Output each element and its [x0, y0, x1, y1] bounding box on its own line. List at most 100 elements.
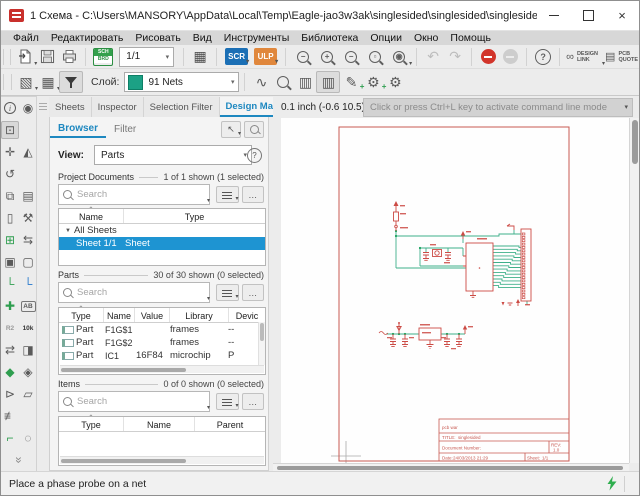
tool-polygon-icon[interactable]: ◆: [2, 364, 18, 380]
tool-delete-icon[interactable]: ▯: [2, 210, 18, 226]
save-button[interactable]: [36, 47, 58, 67]
toolbar-grip-2[interactable]: [3, 74, 12, 90]
project-documents-list-button[interactable]: [216, 186, 239, 203]
tool-group-select-icon[interactable]: ⊡: [1, 121, 19, 139]
tab-selection-filter[interactable]: Selection Filter: [144, 97, 220, 117]
scr-button[interactable]: SCR: [225, 48, 248, 65]
parts-vertical-scrollbar[interactable]: [258, 322, 265, 365]
tool-text-icon[interactable]: ⊳: [2, 386, 18, 402]
simulate-button[interactable]: ∿: [250, 72, 272, 92]
toolbar-grip[interactable]: [3, 49, 11, 65]
column-type[interactable]: Type: [124, 209, 265, 223]
tool-attribute-icon[interactable]: ◈: [20, 364, 36, 380]
tool-mirror-icon[interactable]: ◭: [20, 144, 36, 160]
panel-view-button[interactable]: ▥: [294, 72, 316, 92]
column-name[interactable]: Name: [59, 209, 124, 223]
parts-search[interactable]: [58, 282, 210, 303]
tool-rotate-icon[interactable]: ↺: [2, 166, 18, 182]
layer-selector[interactable]: 91 Nets ▾: [124, 72, 239, 92]
column-type[interactable]: Type: [59, 308, 104, 322]
tool-polygon-outline-icon[interactable]: ▱: [20, 386, 36, 402]
help-button[interactable]: ?: [532, 47, 554, 67]
pcb-quote-button[interactable]: ▤ PCBQUOTE: [604, 47, 639, 67]
design-link-button[interactable]: ∞ DESIGNLINK: [565, 47, 604, 67]
items-more-button[interactable]: …: [242, 393, 265, 410]
tool-invoke-icon[interactable]: ⇆: [20, 232, 36, 248]
tool-net-icon[interactable]: └: [2, 276, 18, 292]
zoom-mode-button[interactable]: [244, 121, 264, 138]
ic-16f84[interactable]: [466, 243, 493, 291]
tool-junction-icon[interactable]: ✚: [2, 298, 18, 314]
sheet-row-selected[interactable]: Sheet 1/1 Sheet: [59, 237, 265, 250]
tool-wrench-icon[interactable]: ⚒: [20, 210, 36, 226]
menu-draw[interactable]: Рисовать: [129, 31, 186, 45]
menu-tools[interactable]: Инструменты: [218, 31, 295, 45]
menu-help[interactable]: Помощь: [444, 31, 497, 45]
menu-edit[interactable]: Редактировать: [45, 31, 130, 45]
canvas-vertical-scrollbar[interactable]: [629, 118, 639, 463]
column-device[interactable]: Devic: [229, 308, 265, 322]
redo-button[interactable]: ↷: [444, 47, 466, 67]
view-help-icon[interactable]: ?: [247, 148, 262, 163]
open-button[interactable]: [14, 47, 36, 67]
tool-bus-icon[interactable]: └: [20, 276, 36, 292]
tool-pinswap-icon[interactable]: ⇄: [2, 342, 18, 358]
sheet-selector[interactable]: 1/1 ▾: [119, 47, 174, 67]
tool-label-icon[interactable]: AB: [21, 301, 36, 312]
tool-paste-icon[interactable]: ▤: [20, 188, 36, 204]
project-documents-more-button[interactable]: …: [242, 186, 265, 203]
settings-button-2[interactable]: ⚙: [384, 72, 406, 92]
items-list-button[interactable]: [216, 393, 239, 410]
go-button[interactable]: [499, 47, 521, 67]
layer-settings-button[interactable]: ▧: [15, 72, 37, 92]
frames-button[interactable]: ▦: [189, 47, 211, 67]
column-library[interactable]: Library: [170, 308, 229, 322]
menu-library[interactable]: Библиотека: [295, 31, 364, 45]
tool-optimize-icon[interactable]: ◌: [20, 430, 36, 446]
column-type[interactable]: Type: [59, 417, 124, 431]
tool-show-icon[interactable]: ◉: [20, 100, 36, 116]
tool-replace-alt-icon[interactable]: ▢: [20, 254, 36, 270]
tool-erc-icon[interactable]: ≢: [2, 408, 18, 424]
maximize-button[interactable]: [571, 1, 605, 31]
column-parent[interactable]: Parent: [195, 417, 265, 431]
zoom-redraw-button[interactable]: ▫: [363, 47, 387, 67]
part-row[interactable]: Part F1G$1 frames --: [59, 323, 265, 336]
menu-options[interactable]: Опции: [364, 31, 408, 45]
tool-value-alt-icon[interactable]: 10k: [20, 320, 36, 336]
items-horizontal-scrollbar[interactable]: [60, 456, 264, 464]
annotate-button[interactable]: ✎+: [340, 72, 362, 92]
panel-splitter[interactable]: [37, 97, 49, 115]
close-button[interactable]: ×: [605, 1, 639, 31]
ulp-button[interactable]: ULP: [254, 48, 277, 65]
project-documents-search[interactable]: [58, 184, 210, 205]
filter-button[interactable]: [59, 71, 83, 93]
tool-replace-icon[interactable]: ▣: [2, 254, 18, 270]
menu-view[interactable]: Вид: [187, 31, 218, 45]
subtab-browser[interactable]: Browser: [50, 121, 106, 138]
tool-info-icon[interactable]: i: [4, 102, 16, 114]
column-name[interactable]: Name: [104, 308, 135, 322]
tool-smash-icon[interactable]: ◨: [20, 342, 36, 358]
tool-value-icon[interactable]: R2: [2, 320, 18, 336]
palette-more-icon[interactable]: »: [11, 452, 27, 468]
menu-window[interactable]: Окно: [408, 31, 444, 45]
view-selector[interactable]: Parts ▾: [94, 145, 252, 165]
tool-move-icon[interactable]: ✛: [2, 144, 18, 160]
tool-copy-icon[interactable]: ⧉: [2, 188, 18, 204]
settings-button[interactable]: ⚙+: [362, 72, 384, 92]
stop-button[interactable]: [477, 47, 499, 67]
undo-button[interactable]: ↶: [422, 47, 444, 67]
minimize-button[interactable]: [537, 1, 571, 31]
zoom-select-button[interactable]: ◉: [387, 47, 411, 67]
canvas-horizontal-scrollbar[interactable]: [273, 463, 629, 471]
schematic-canvas[interactable]: pcb war TITLE: singlesided Document Numb…: [281, 118, 629, 463]
column-name[interactable]: Name: [124, 417, 195, 431]
switch-sch-brd-button[interactable]: SCH BRD: [93, 48, 113, 66]
zoom-out-button[interactable]: −: [339, 47, 363, 67]
tree-row-all-sheets[interactable]: ▼ All Sheets: [59, 224, 265, 237]
parts-more-button[interactable]: …: [242, 284, 265, 301]
tab-inspector[interactable]: Inspector: [92, 97, 144, 117]
zoom-fit-button[interactable]: −: [291, 47, 315, 67]
part-row[interactable]: Part IC1 16F84 microchip P: [59, 349, 265, 362]
